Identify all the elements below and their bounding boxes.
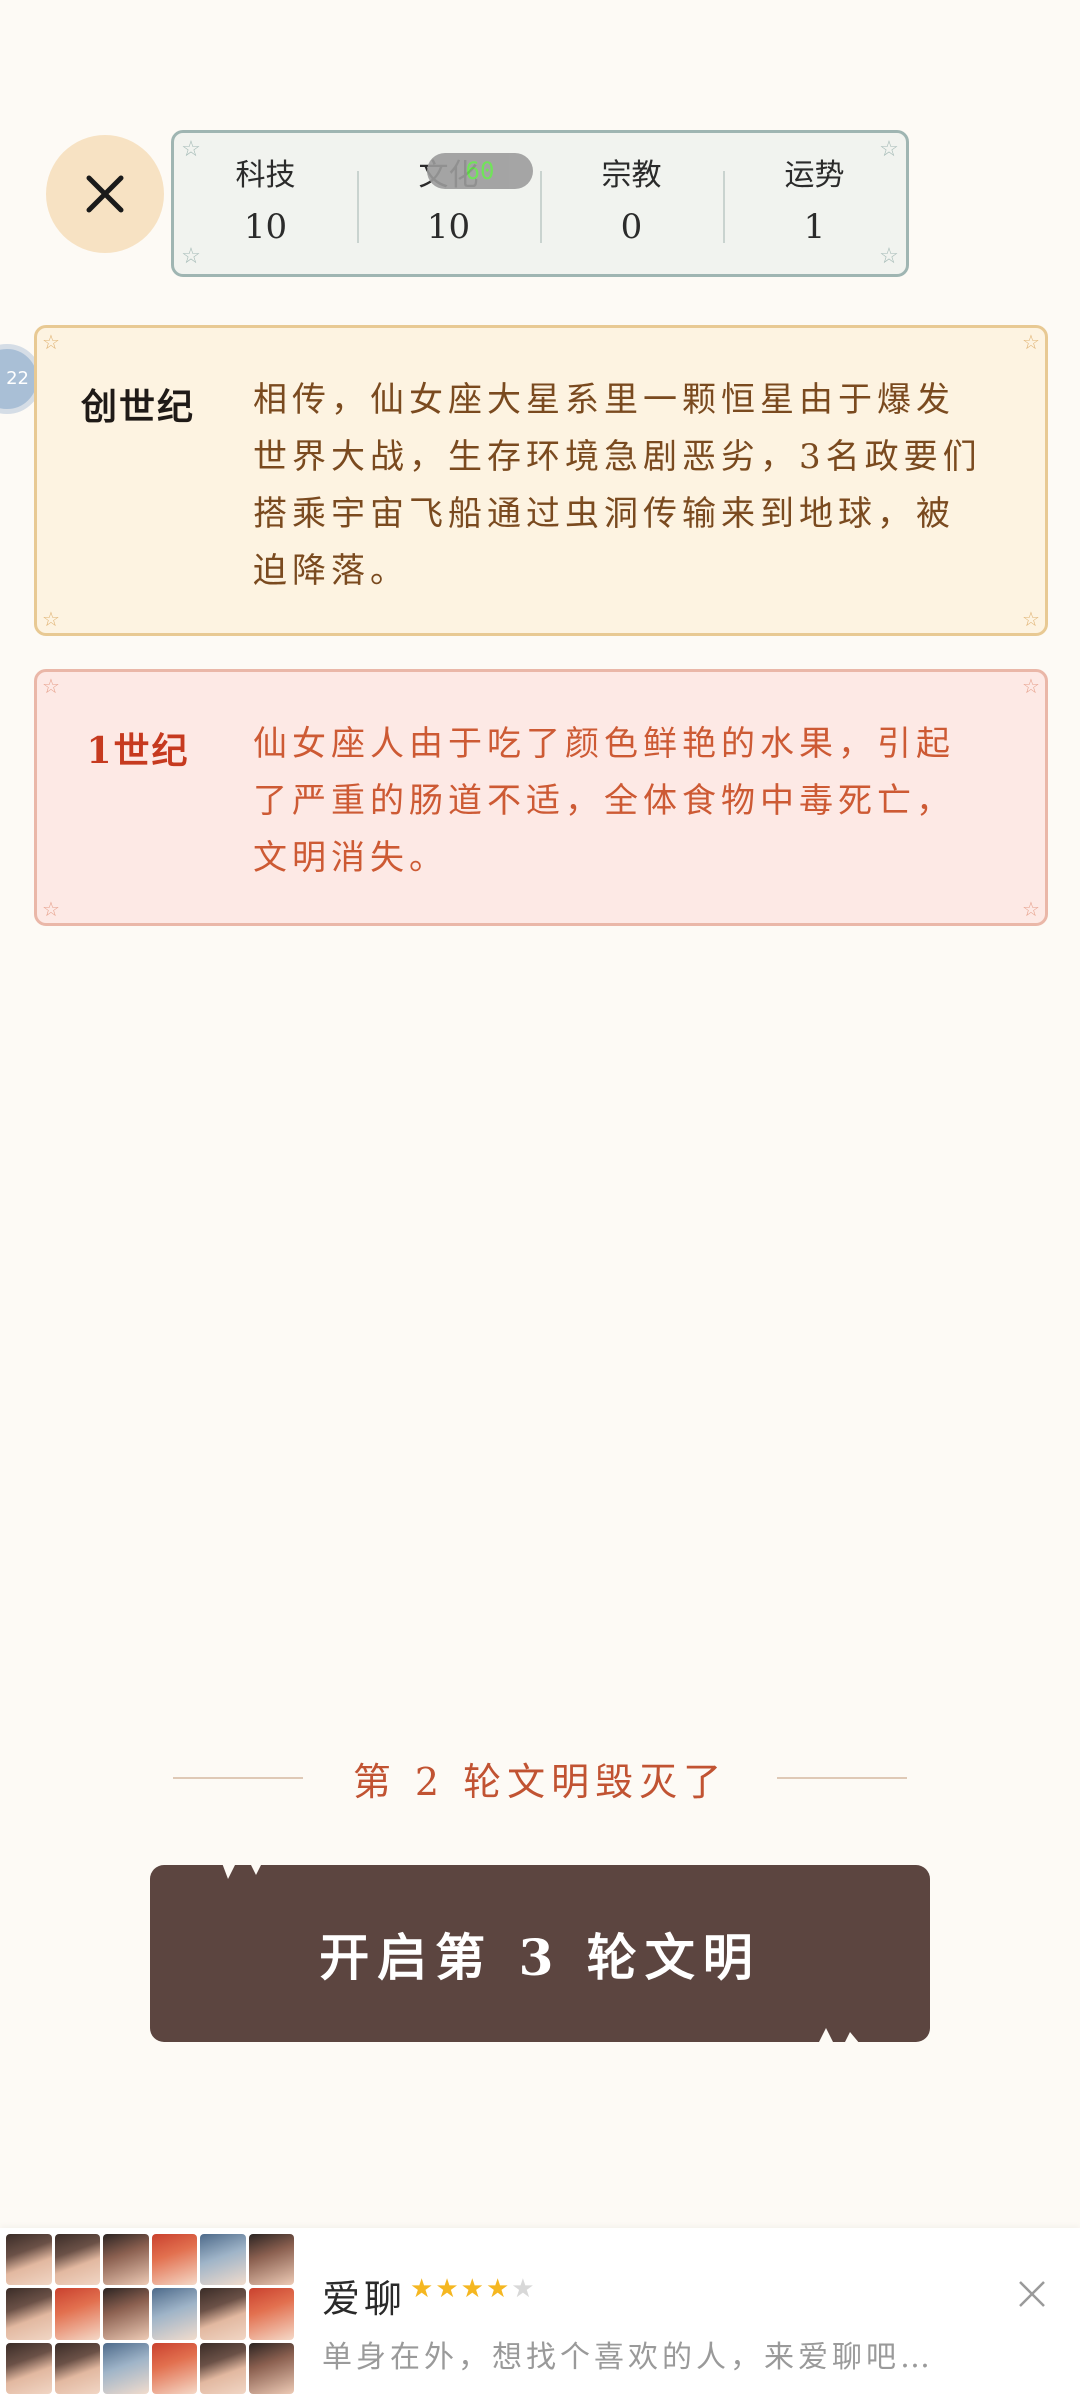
- ad-thumbnail: [248, 2288, 294, 2340]
- stat-religion: 宗教 0: [540, 133, 723, 274]
- divider-right: [777, 1777, 908, 1779]
- event-card-century-1: ☆ ☆ ☆ ☆ 1世纪 仙女座人由于吃了颜色鲜艳的水果，引起了严重的肠道不适，全…: [34, 669, 1048, 926]
- star-empty-icon: ★: [511, 2274, 537, 2304]
- star-icon: ☆: [42, 674, 60, 698]
- ad-thumbnail: [54, 2342, 100, 2394]
- ad-thumbnail: [151, 2234, 197, 2286]
- civilization-destroyed-banner: 第 2 轮文明毁灭了: [0, 1748, 1080, 1808]
- star-filled-icon: ★: [410, 2274, 436, 2304]
- ad-thumbnail: [151, 2342, 197, 2394]
- star-icon: ☆: [1022, 607, 1040, 631]
- ad-thumbnail: [6, 2288, 52, 2340]
- ad-thumbnail: [200, 2342, 246, 2394]
- event-title: 1世纪: [86, 730, 190, 772]
- star-filled-icon: ★: [435, 2274, 461, 2304]
- star-filled-icon: ★: [460, 2274, 486, 2304]
- ad-thumbnail: [103, 2234, 149, 2286]
- ad-close-icon[interactable]: [1012, 2274, 1052, 2314]
- ad-thumbnail: [6, 2342, 52, 2394]
- close-button[interactable]: [46, 135, 164, 253]
- ad-thumbnail: [6, 2234, 52, 2286]
- ad-description: 单身在外，想找个喜欢的人，来爱聊吧…: [322, 2340, 934, 2375]
- event-title: 创世纪: [80, 386, 195, 428]
- start-next-round-button[interactable]: 开启第 3 轮文明: [150, 1863, 930, 2044]
- stat-label: 科技: [235, 157, 296, 193]
- ad-thumbnail: [200, 2288, 246, 2340]
- ad-image-grid: [6, 2234, 294, 2394]
- ad-thumbnail: [151, 2288, 197, 2340]
- button-notch-decoration: [804, 2028, 860, 2044]
- star-icon: ☆: [42, 607, 60, 631]
- star-icon: ☆: [1022, 897, 1040, 921]
- stat-fortune: 运势 1: [723, 133, 906, 274]
- star-filled-icon: ★: [485, 2274, 512, 2304]
- start-button-label: 开启第 3 轮文明: [319, 1927, 761, 1987]
- star-icon: ☆: [1022, 674, 1040, 698]
- star-icon: ☆: [42, 897, 60, 921]
- stat-value: 10: [426, 206, 471, 247]
- close-icon: [86, 175, 124, 213]
- ad-thumbnail: [248, 2342, 294, 2394]
- stat-value: 10: [243, 206, 288, 247]
- event-text: 相传，仙女座大星系里一颗恒星由于爆发世界大战，生存环境急剧恶劣，3名政要们搭乘宇…: [253, 380, 982, 591]
- ad-thumbnail: [54, 2288, 100, 2340]
- ad-rating: ★★★★★: [410, 2274, 537, 2304]
- ad-banner[interactable]: 爱聊 ★★★★★ 单身在外，想找个喜欢的人，来爱聊吧…: [0, 2228, 1080, 2400]
- ad-title: 爱聊: [322, 2277, 407, 2321]
- stat-technology: 科技 10: [174, 133, 357, 274]
- stats-panel: ☆ ☆ ☆ ☆ 科技 10 文化 10 宗教 0 运势 1: [171, 130, 909, 277]
- divider-left: [172, 1777, 303, 1779]
- button-notch-decoration: [210, 1863, 270, 1879]
- ad-thumbnail: [200, 2234, 246, 2286]
- star-icon: ☆: [42, 330, 60, 354]
- fps-badge: 60: [427, 153, 533, 189]
- stat-label: 宗教: [601, 157, 662, 193]
- ad-thumbnail: [248, 2234, 294, 2286]
- stat-label: 运势: [784, 157, 845, 193]
- ad-thumbnail: [103, 2288, 149, 2340]
- destroyed-text: 第 2 轮文明毁灭了: [352, 1759, 728, 1804]
- stat-value: 0: [620, 206, 643, 247]
- star-icon: ☆: [1022, 330, 1040, 354]
- event-card-genesis: ☆ ☆ ☆ ☆ 创世纪 相传，仙女座大星系里一颗恒星由于爆发世界大战，生存环境急…: [34, 325, 1048, 636]
- ad-thumbnail: [54, 2234, 100, 2286]
- stat-value: 1: [803, 206, 826, 247]
- ad-thumbnail: [103, 2342, 149, 2394]
- event-text: 仙女座人由于吃了颜色鲜艳的水果，引起了严重的肠道不适，全体食物中毒死亡，文明消失…: [253, 724, 955, 878]
